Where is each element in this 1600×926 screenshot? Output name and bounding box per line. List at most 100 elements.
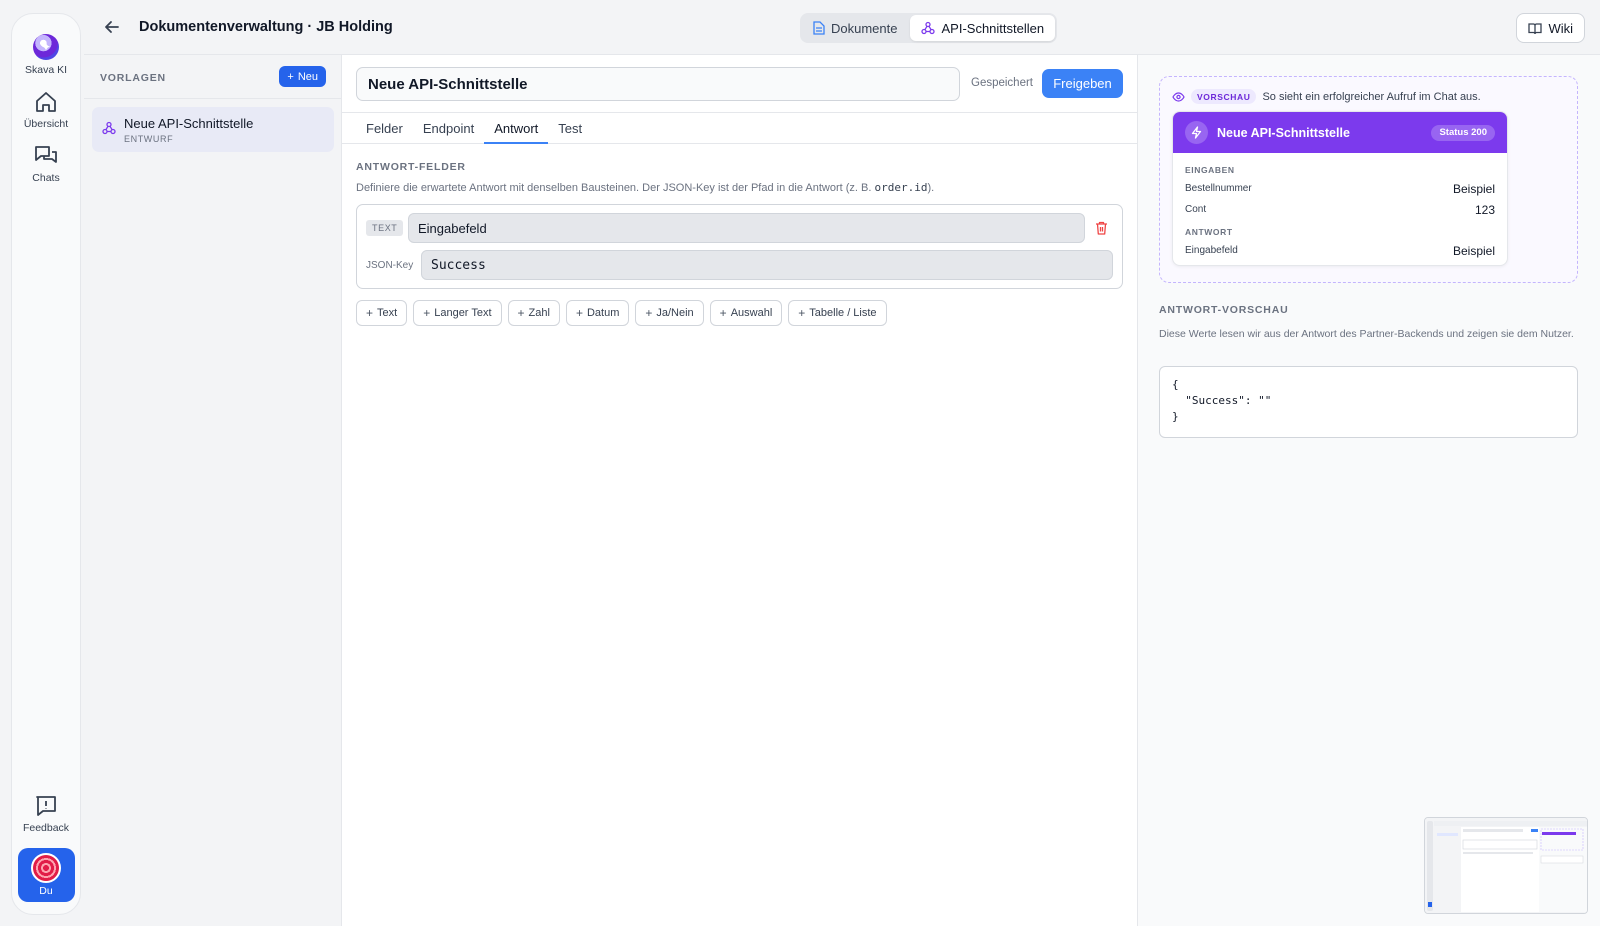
response-value: Beispiel xyxy=(1452,243,1495,258)
add-table-list-button[interactable]: + Tabelle / Liste xyxy=(788,300,887,326)
page-minimap[interactable] xyxy=(1424,817,1588,914)
plus-icon: + xyxy=(366,306,374,320)
rail-item-skava-ki[interactable]: ✦ Skava KI xyxy=(12,34,80,76)
template-title-input[interactable]: Neue API-Schnittstelle xyxy=(356,67,960,101)
response-row: Eingabefeld Beispiel xyxy=(1185,240,1495,261)
response-heading: ANTWORT xyxy=(1185,227,1233,237)
templates-heading: VORLAGEN xyxy=(100,72,166,84)
saved-status: Gespeichert xyxy=(971,77,1034,89)
tab-endpoint[interactable]: Endpoint xyxy=(413,113,484,143)
chat-result-card: Neue API-Schnittstelle Status 200 EINGAB… xyxy=(1172,111,1508,266)
add-label: Langer Text xyxy=(434,307,492,319)
new-template-button[interactable]: + Neu xyxy=(279,66,326,87)
tab-label: API-Schnittstellen xyxy=(941,20,1045,36)
add-field-buttons: + Text + Langer Text + Zahl + Datum + Ja/Nein… xyxy=(356,300,887,326)
desc-code: order.id xyxy=(874,181,928,194)
templates-panel: VORLAGEN + Neu Neue API-Schnittstelle EN… xyxy=(84,55,342,926)
wiki-button[interactable]: Wiki xyxy=(1516,13,1585,43)
json-key-input[interactable]: Success xyxy=(421,250,1113,280)
eye-icon xyxy=(1172,91,1185,102)
response-fields-description: Definiere die erwartete Antwort mit dens… xyxy=(356,181,934,194)
user-profile-button[interactable]: Du xyxy=(17,848,75,902)
input-key: Bestellnummer xyxy=(1185,183,1252,194)
templates-header: VORLAGEN + Neu xyxy=(84,55,341,99)
add-long-text-button[interactable]: + Langer Text xyxy=(413,300,502,326)
avatar xyxy=(31,853,61,883)
trash-icon[interactable] xyxy=(1095,221,1108,235)
rail-bottom: Feedback Du xyxy=(12,794,80,902)
tab-label: Dokumente xyxy=(831,20,898,36)
field-name-input[interactable]: Eingabefeld xyxy=(408,213,1085,243)
template-item[interactable]: Neue API-Schnittstelle ENTWURF xyxy=(92,107,334,152)
plus-icon: + xyxy=(645,306,653,320)
section-switcher: Dokumente API-Schnittstellen xyxy=(800,13,1058,43)
rail-item-label: Feedback xyxy=(22,822,70,834)
add-label: Datum xyxy=(586,307,620,319)
rail-item-uebersicht[interactable]: Übersicht xyxy=(12,90,80,130)
add-label: Zahl xyxy=(528,307,550,319)
rail-item-label: Chats xyxy=(32,172,60,184)
minimap-thumbnail xyxy=(1425,818,1587,913)
chat-card-header: Neue API-Schnittstelle Status 200 xyxy=(1173,112,1507,153)
rail-item-label: Übersicht xyxy=(23,118,69,130)
rail-item-feedback[interactable]: Feedback xyxy=(12,794,80,834)
tab-dokumente[interactable]: Dokumente xyxy=(802,15,908,41)
input-value: 123 xyxy=(1474,202,1495,217)
new-label: Neu xyxy=(297,70,318,83)
response-field-card: TEXT Eingabefeld JSON-Key Success xyxy=(356,204,1123,289)
feedback-icon xyxy=(36,796,56,816)
add-select-button[interactable]: + Auswahl xyxy=(709,300,783,326)
webhook-icon xyxy=(102,121,116,135)
tab-felder[interactable]: Felder xyxy=(356,113,413,143)
plus-icon: + xyxy=(798,306,806,320)
editor-tabs: Felder Endpoint Antwort Test xyxy=(342,112,1138,144)
preview-badge: VORSCHAU xyxy=(1191,89,1257,104)
rail-logo-label: Skava KI xyxy=(24,64,68,76)
webhook-icon xyxy=(921,21,936,35)
response-preview-description: Diese Werte lesen wir aus der Antwort de… xyxy=(1159,328,1574,340)
wiki-label: Wiki xyxy=(1548,20,1573,36)
tab-antwort[interactable]: Antwort xyxy=(484,113,549,144)
template-name: Neue API-Schnittstelle xyxy=(124,116,254,131)
plus-icon: + xyxy=(719,306,727,320)
field-type-badge: TEXT xyxy=(366,220,404,236)
plus-icon: + xyxy=(517,306,525,320)
plus-icon: + xyxy=(287,70,294,83)
input-row: Bestellnummer Beispiel xyxy=(1185,178,1495,199)
add-text-button[interactable]: + Text xyxy=(356,300,408,326)
desc-text: Definiere die erwartete Antwort mit dens… xyxy=(356,182,875,194)
response-preview-heading: ANTWORT-VORSCHAU xyxy=(1159,304,1289,316)
response-key: Eingabefeld xyxy=(1185,245,1238,256)
inputs-heading: EINGABEN xyxy=(1185,165,1235,175)
chat-preview-box: VORSCHAU So sieht ein erfolgreicher Aufr… xyxy=(1159,76,1578,283)
chats-icon xyxy=(35,146,57,163)
json-preview: { "Success": "" } xyxy=(1159,366,1578,438)
editor-panel: Neue API-Schnittstelle Gespeichert Freig… xyxy=(342,55,1138,926)
json-key-label: JSON-Key xyxy=(366,260,414,271)
add-date-button[interactable]: + Datum xyxy=(565,300,630,326)
tab-test[interactable]: Test xyxy=(548,113,592,143)
add-label: Ja/Nein xyxy=(656,307,694,319)
home-icon xyxy=(36,92,56,112)
preview-panel: VORSCHAU So sieht ein erfolgreicher Aufr… xyxy=(1138,55,1600,926)
document-icon xyxy=(813,21,825,35)
back-arrow-icon[interactable] xyxy=(102,17,122,37)
input-key: Cont xyxy=(1185,204,1207,215)
template-status: ENTWURF xyxy=(124,134,174,144)
page-title: Dokumentenverwaltung · JB Holding xyxy=(139,19,393,35)
response-fields-heading: ANTWORT-FELDER xyxy=(356,161,466,173)
top-bar: Dokumentenverwaltung · JB Holding Dokume… xyxy=(84,0,1600,55)
publish-button[interactable]: Freigeben xyxy=(1042,69,1123,98)
chat-card-title: Neue API-Schnittstelle xyxy=(1217,125,1350,140)
rail-item-chats[interactable]: Chats xyxy=(12,144,80,184)
left-rail: ✦ Skava KI Übersicht Chats Feedback Du xyxy=(11,13,81,915)
tab-api-schnittstellen[interactable]: API-Schnittstellen xyxy=(910,15,1056,41)
input-value: Beispiel xyxy=(1452,181,1495,196)
preview-hint-text: So sieht ein erfolgreicher Aufruf im Cha… xyxy=(1262,90,1481,103)
add-yes-no-button[interactable]: + Ja/Nein xyxy=(635,300,704,326)
add-label: Text xyxy=(377,307,398,319)
preview-hint: VORSCHAU So sieht ein erfolgreicher Aufr… xyxy=(1172,89,1481,104)
user-label: Du xyxy=(39,885,53,897)
chat-card-body: EINGABEN Bestellnummer Beispiel Cont 123… xyxy=(1173,153,1507,261)
add-number-button[interactable]: + Zahl xyxy=(507,300,560,326)
